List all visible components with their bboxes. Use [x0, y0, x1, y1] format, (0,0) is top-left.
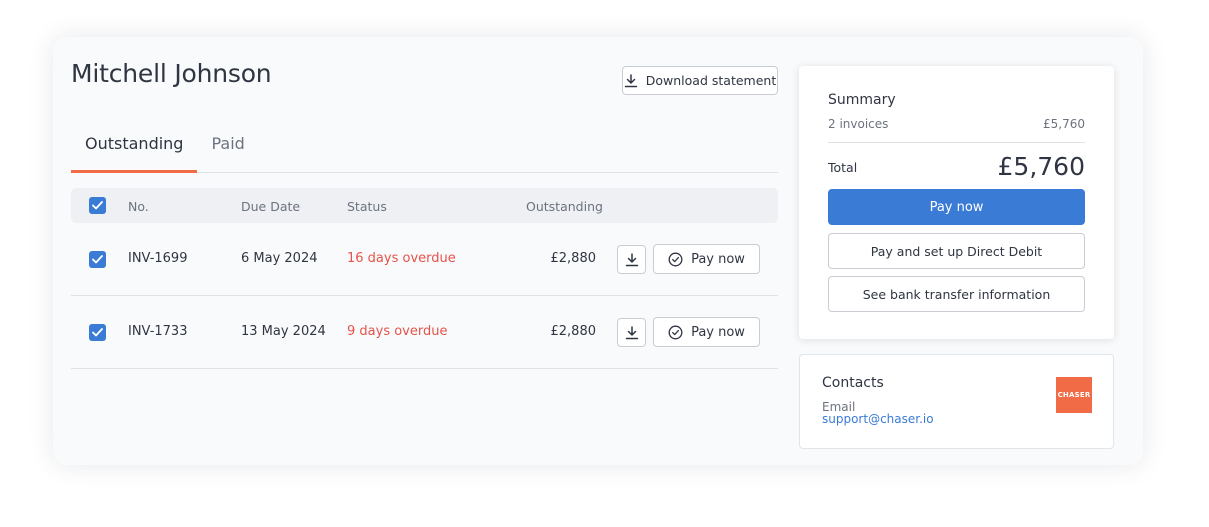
download-icon	[625, 252, 638, 266]
pay-now-label: Pay now	[691, 251, 745, 267]
header-outstanding: Outstanding	[526, 199, 603, 214]
invoice-subtotal: £5,760	[1043, 117, 1085, 131]
header-status: Status	[347, 199, 387, 214]
header-due-date: Due Date	[241, 199, 301, 214]
contacts-panel: Contacts Email support@chaser.io CHASER	[799, 354, 1114, 449]
outstanding-amount: £2,880	[550, 251, 597, 266]
chaser-logo: CHASER	[1056, 377, 1092, 413]
table-row: INV-1733 13 May 2024 9 days overdue £2,8…	[71, 296, 778, 369]
row-checkbox[interactable]	[89, 324, 106, 341]
download-invoice-button[interactable]	[617, 318, 646, 347]
check-icon	[92, 328, 103, 337]
total-label: Total	[828, 160, 858, 175]
bank-transfer-button[interactable]: See bank transfer information	[828, 276, 1085, 312]
invoice-tabs: Outstanding Paid	[71, 131, 778, 173]
status-text: 16 days overdue	[347, 251, 456, 266]
download-statement-button[interactable]: Download statement	[622, 66, 778, 95]
summary-title: Summary	[828, 92, 896, 108]
outstanding-amount: £2,880	[550, 324, 597, 339]
table-row: INV-1699 6 May 2024 16 days overdue £2,8…	[71, 223, 778, 296]
check-circle-icon	[668, 325, 683, 339]
total-value: £5,760	[997, 152, 1085, 181]
pay-now-label: Pay now	[691, 324, 745, 340]
pay-now-button[interactable]: Pay now	[653, 317, 760, 347]
direct-debit-button[interactable]: Pay and set up Direct Debit	[828, 233, 1085, 269]
header-no: No.	[128, 199, 149, 214]
due-date: 13 May 2024	[241, 324, 326, 339]
check-icon	[92, 255, 103, 264]
row-checkbox[interactable]	[89, 251, 106, 268]
due-date: 6 May 2024	[241, 251, 318, 266]
summary-divider	[828, 142, 1085, 143]
contacts-title: Contacts	[822, 375, 884, 391]
email-link[interactable]: support@chaser.io	[822, 412, 934, 426]
customer-name: Mitchell Johnson	[71, 59, 272, 88]
summary-pay-now-button[interactable]: Pay now	[828, 189, 1085, 225]
download-statement-label: Download statement	[645, 73, 777, 88]
check-icon	[92, 201, 103, 210]
invoice-number[interactable]: INV-1699	[128, 251, 187, 266]
tab-outstanding[interactable]: Outstanding	[71, 131, 198, 173]
invoice-portal-card: Mitchell Johnson Download statement Outs…	[53, 37, 1143, 465]
table-header: No. Due Date Status Outstanding	[71, 188, 778, 223]
invoice-number[interactable]: INV-1733	[128, 324, 187, 339]
tab-paid[interactable]: Paid	[197, 131, 244, 173]
invoice-count: 2 invoices	[828, 117, 889, 131]
check-circle-icon	[668, 252, 683, 266]
download-icon	[625, 325, 638, 339]
download-icon	[624, 73, 638, 88]
download-invoice-button[interactable]	[617, 245, 646, 274]
select-all-checkbox[interactable]	[89, 197, 106, 214]
status-text: 9 days overdue	[347, 324, 448, 339]
summary-panel: Summary 2 invoices £5,760 Total £5,760 P…	[799, 66, 1114, 339]
pay-now-button[interactable]: Pay now	[653, 244, 760, 274]
